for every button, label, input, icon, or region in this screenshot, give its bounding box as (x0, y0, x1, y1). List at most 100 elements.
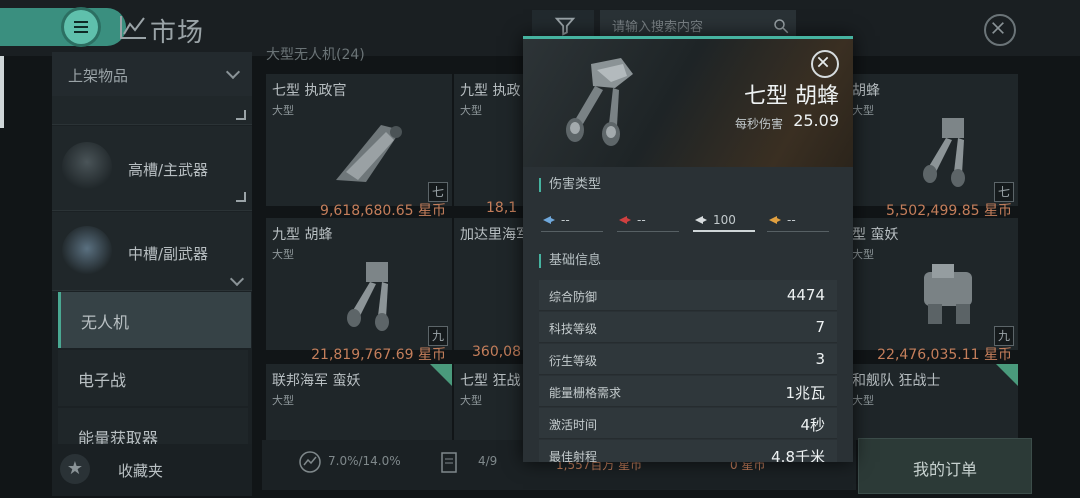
item-size: 大型 (272, 104, 294, 117)
turret-icon (62, 142, 112, 192)
order-count: 4/9 (478, 454, 498, 468)
item-size: 大型 (460, 104, 482, 117)
item-card[interactable]: 七型 执政官 大型 七 (266, 74, 452, 206)
item-card[interactable]: 胡蜂 大型 七 (832, 74, 1018, 206)
shelf-dropdown[interactable]: 上架物品 (52, 52, 252, 97)
sidebar: 上架物品 高槽/主武器 中槽/副武器 无人机 电子战 能量获取器 (52, 52, 252, 448)
item-size: 大型 (852, 248, 874, 261)
item-card[interactable]: 联邦海军 蛮妖 大型 (266, 364, 452, 440)
owned-marker (996, 364, 1018, 386)
info-value: 1兆瓦 (785, 384, 825, 402)
info-row: 衍生等级 3 (539, 344, 837, 375)
chevron-down-icon (229, 271, 245, 287)
info-row: 能量栅格需求 1兆瓦 (539, 376, 837, 407)
tech-badge: 七 (428, 182, 448, 202)
item-name: 联邦海军 蛮妖 (272, 373, 361, 389)
favorites-button[interactable]: ★ 收藏夹 (52, 444, 252, 496)
subcat-drones[interactable]: 无人机 (58, 292, 251, 348)
detail-item-name: 七型 胡蜂 (744, 84, 839, 109)
corner-icon (236, 110, 246, 120)
info-value: 4秒 (800, 416, 825, 434)
grid-header: 大型无人机(24) (266, 47, 365, 63)
star-icon: ★ (60, 454, 90, 484)
info-key: 综合防御 (549, 290, 598, 304)
page-title: 市场 (150, 18, 205, 48)
ship-image (336, 125, 402, 182)
damage-kinetic: 100 (693, 210, 755, 232)
damage-value: -- (561, 213, 570, 227)
slot-label: 中槽/副武器 (128, 245, 209, 263)
info-row: 最佳射程 4.8千米 (539, 440, 837, 462)
item-size: 大型 (272, 394, 294, 407)
close-button[interactable] (984, 14, 1016, 46)
item-card[interactable]: 型 蛮妖 大型 九 (832, 218, 1018, 350)
slot-mid[interactable]: 中槽/副武器 (52, 212, 252, 291)
search-input[interactable] (610, 16, 754, 38)
info-value: 4474 (786, 286, 825, 304)
info-value: 4.8千米 (771, 448, 825, 462)
dps-value: 25.09 (793, 111, 839, 130)
slot-partial[interactable] (52, 96, 252, 125)
item-name: 九型 胡蜂 (272, 227, 333, 243)
chart-icon (120, 16, 146, 39)
info-value: 7 (815, 318, 825, 336)
kinetic-damage-icon (695, 216, 707, 224)
item-name: 胡蜂 (852, 83, 880, 99)
item-card[interactable]: 九型 胡蜂 大型 九 (266, 218, 452, 350)
owned-marker (430, 364, 452, 386)
close-icon (992, 22, 1004, 34)
tech-badge: 七 (994, 182, 1014, 202)
damage-em: -- (541, 210, 603, 232)
dps-label: 每秒伤害 (734, 117, 783, 131)
subcat-label: 无人机 (81, 313, 130, 332)
info-key: 能量栅格需求 (549, 386, 622, 400)
menu-icon[interactable] (64, 10, 98, 44)
info-row: 激活时间 4秒 (539, 408, 837, 439)
item-size: 大型 (272, 248, 294, 261)
tech-badge: 九 (994, 326, 1014, 346)
ship-image (924, 264, 972, 324)
damage-thermal: -- (617, 210, 679, 232)
damage-value: -- (787, 213, 796, 227)
item-detail-panel: 七型 胡蜂 每秒伤害 25.09 伤害类型 -- -- 100 -- 基础信息 … (523, 36, 853, 462)
clipboard-icon (441, 452, 457, 473)
drone-image (566, 58, 633, 146)
damage-value: -- (637, 213, 646, 227)
ship-image (923, 118, 965, 187)
item-price: 360,08 (472, 344, 521, 360)
info-section-title: 基础信息 (539, 254, 601, 268)
explosive-damage-icon (769, 216, 781, 224)
subcat-label: 电子战 (78, 371, 127, 390)
em-damage-icon (543, 216, 555, 224)
item-name: 加达里海军 (460, 227, 530, 243)
info-key: 衍生等级 (549, 354, 598, 368)
item-name: 和舰队 狂战士 (852, 373, 941, 389)
my-orders-button[interactable]: 我的订单 (858, 438, 1032, 494)
chevron-down-icon (225, 64, 241, 80)
item-size: 大型 (460, 394, 482, 407)
slot-high[interactable]: 高槽/主武器 (52, 126, 252, 211)
filter-icon (554, 17, 576, 36)
item-name: 七型 执政官 (272, 83, 347, 99)
info-row: 综合防御 4474 (539, 280, 837, 311)
menu-pill[interactable] (0, 8, 126, 46)
detail-close-button[interactable] (811, 50, 839, 78)
item-card[interactable]: 和舰队 狂战士 大型 (832, 364, 1018, 440)
module-icon (62, 226, 112, 276)
subcat-energy[interactable]: 能量获取器 (58, 408, 248, 448)
thermal-damage-icon (619, 216, 631, 224)
tech-badge: 九 (428, 326, 448, 346)
item-name: 型 蛮妖 (852, 227, 899, 243)
info-key: 激活时间 (549, 418, 598, 432)
item-price: 9,618,680.65 星币 (320, 203, 446, 219)
item-size: 大型 (852, 104, 874, 117)
tax-rate: 7.0%/14.0% (328, 454, 401, 468)
favorites-label: 收藏夹 (118, 462, 164, 480)
subcat-ewar[interactable]: 电子战 (58, 350, 248, 406)
close-icon (817, 56, 829, 68)
info-key: 最佳射程 (549, 450, 598, 462)
info-key: 科技等级 (549, 322, 598, 336)
corner-icon (236, 192, 246, 202)
damage-section-title: 伤害类型 (539, 178, 601, 192)
damage-value: 100 (713, 213, 736, 227)
